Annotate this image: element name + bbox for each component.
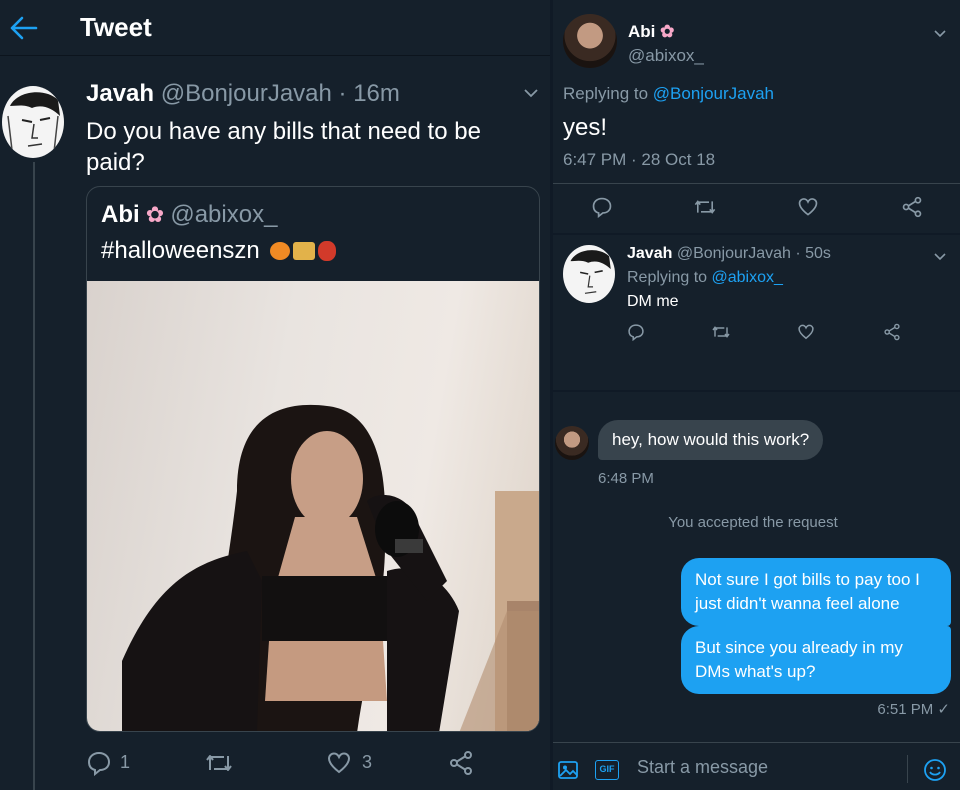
tweet-action-bar: 1 3 — [86, 748, 540, 778]
share-icon[interactable] — [448, 750, 474, 776]
beer-mugs-icon — [292, 242, 315, 260]
replying-to-line: Replying to @abixox_ — [627, 269, 783, 287]
outgoing-message-text: Not sure I got bills to pay too I just d… — [695, 570, 920, 613]
author-handle[interactable]: @abixox_ — [628, 46, 704, 66]
tweet-detail-panel: Tweet Javah @BonjourJavah · 16m Do you h… — [0, 0, 550, 790]
tweet-time: · 16m — [338, 80, 400, 107]
outgoing-message-bubble[interactable]: But since you already in my DMs what's u… — [681, 626, 951, 694]
quoted-tweet-author-line: Abi ✿ @abixox_ — [101, 201, 277, 229]
thread-line — [33, 162, 35, 790]
reply-icon[interactable] — [591, 196, 613, 223]
quoted-tweet-text: #halloweenszn — [101, 237, 260, 264]
incoming-message-text: hey, how would this work? — [612, 430, 810, 449]
composer-divider — [907, 755, 908, 783]
outgoing-message-bubble[interactable]: Not sure I got bills to pay too I just d… — [681, 558, 951, 626]
replying-to-handle[interactable]: @BonjourJavah — [653, 84, 774, 103]
like-heart-icon[interactable] — [797, 196, 819, 223]
quoted-author-handle: @abixox_ — [170, 201, 278, 228]
like-heart-icon[interactable] — [797, 323, 815, 346]
author-handle[interactable]: @BonjourJavah — [161, 80, 332, 107]
emoji-icon[interactable] — [923, 758, 947, 787]
message-composer: GIF Start a message — [553, 742, 960, 790]
tweet-text: yes! — [563, 114, 608, 141]
like-heart-icon[interactable] — [326, 750, 352, 776]
divider — [553, 183, 960, 184]
incoming-message-bubble[interactable]: hey, how would this work? — [598, 420, 824, 460]
gif-icon[interactable]: GIF — [595, 760, 619, 780]
header-bar: Tweet — [0, 0, 550, 56]
reply-count: 1 — [120, 752, 131, 772]
image-icon[interactable] — [557, 759, 579, 786]
author-name[interactable]: Abi — [628, 22, 655, 41]
outgoing-message-text: But since you already in my DMs what's u… — [695, 638, 903, 681]
replying-to-line: Replying to @BonjourJavah — [563, 84, 774, 104]
replying-prefix: Replying to — [627, 269, 712, 286]
incoming-message-time: 6:48 PM — [598, 470, 654, 487]
share-icon[interactable] — [901, 196, 923, 223]
author-name[interactable]: Javah — [86, 80, 154, 107]
gif-label: GIF — [599, 764, 615, 774]
tweet-author-line: Javah @BonjourJavah · 16m — [86, 80, 400, 108]
pumpkin-icon — [269, 242, 290, 260]
tweet-action-bar — [591, 196, 923, 223]
tweet-action-bar — [627, 323, 907, 343]
quoted-tweet-card[interactable]: Abi ✿ @abixox_ #halloweenszn — [86, 186, 540, 732]
author-name[interactable]: Javah — [627, 245, 672, 262]
tweet-menu-chevron-down-icon[interactable] — [933, 26, 947, 44]
reply-tweet-abi: Abi ✿ @abixox_ Replying to @BonjourJavah… — [553, 0, 960, 233]
outgoing-message-time: 6:51 PM ✓ — [877, 701, 950, 718]
author-name-row: Abi ✿ — [628, 22, 674, 42]
tweet-timestamp: 6:47 PM · 28 Oct 18 — [563, 150, 716, 169]
tweet-text: DM me — [627, 293, 679, 310]
quoted-author-name: Abi — [101, 201, 140, 228]
quoted-tweet-text-row: #halloweenszn — [101, 237, 336, 265]
retweet-icon[interactable] — [204, 750, 234, 776]
back-arrow-icon[interactable] — [4, 8, 44, 48]
avatar[interactable] — [563, 14, 617, 68]
tweet-text: Do you have any bills that need to be pa… — [86, 118, 481, 176]
quoted-tweet-photo[interactable] — [87, 281, 539, 731]
boxing-glove-icon — [317, 241, 336, 261]
avatar[interactable] — [563, 245, 615, 303]
reply-icon[interactable] — [86, 750, 112, 776]
message-input[interactable]: Start a message — [637, 757, 897, 778]
reply-tweet-javah: Javah @BonjourJavah · 50s Replying to @a… — [553, 235, 960, 390]
retweet-icon[interactable] — [693, 196, 717, 223]
system-message: You accepted the request — [668, 514, 838, 531]
retweet-icon[interactable] — [711, 323, 731, 346]
share-icon[interactable] — [883, 323, 901, 346]
reply-icon[interactable] — [627, 323, 645, 346]
cherry-blossom-icon: ✿ — [655, 22, 675, 41]
tweet-menu-chevron-down-icon[interactable] — [522, 86, 540, 105]
like-count: 3 — [362, 752, 373, 772]
author-handle-time[interactable]: @BonjourJavah · 50s — [677, 245, 831, 262]
author-line: Javah @BonjourJavah · 50s — [627, 245, 831, 263]
replying-to-handle[interactable]: @abixox_ — [712, 269, 783, 286]
page-title: Tweet — [80, 12, 152, 42]
tweet-menu-chevron-down-icon[interactable] — [933, 249, 947, 267]
avatar[interactable] — [555, 426, 589, 460]
dm-conversation: hey, how would this work? 6:48 PM You ac… — [553, 392, 960, 790]
replying-prefix: Replying to — [563, 84, 653, 103]
cherry-blossom-icon: ✿ — [139, 202, 171, 227]
avatar[interactable] — [2, 86, 64, 158]
